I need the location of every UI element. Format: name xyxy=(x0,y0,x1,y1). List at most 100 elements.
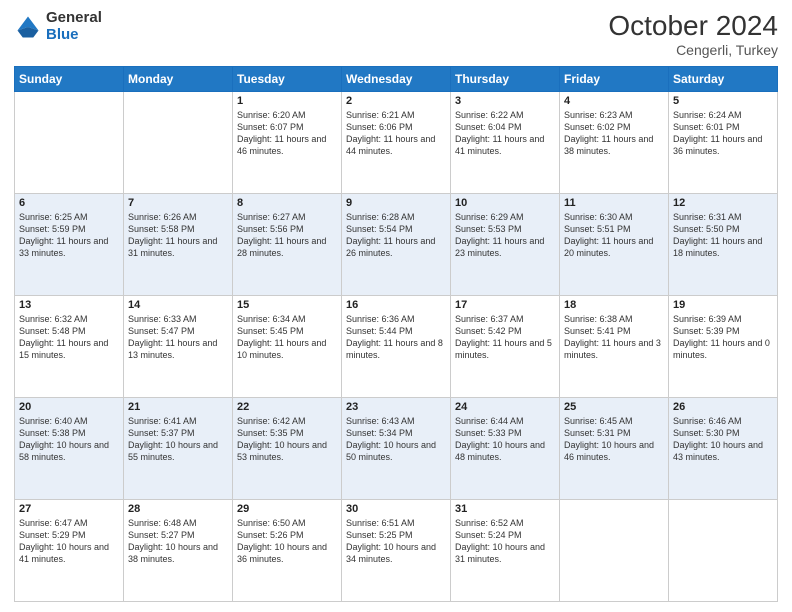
day-number: 3 xyxy=(455,95,555,107)
calendar-cell: 30 Sunrise: 6:51 AMSunset: 5:25 PMDayligh… xyxy=(342,500,451,602)
day-info: Sunrise: 6:20 AMSunset: 6:07 PMDaylight:… xyxy=(237,109,337,158)
calendar-cell: 20 Sunrise: 6:40 AMSunset: 5:38 PMDayligh… xyxy=(15,398,124,500)
calendar-cell: 29 Sunrise: 6:50 AMSunset: 5:26 PMDayligh… xyxy=(233,500,342,602)
logo-general-text: General xyxy=(46,10,102,27)
day-number: 13 xyxy=(19,299,119,311)
day-info: Sunrise: 6:48 AMSunset: 5:27 PMDaylight:… xyxy=(128,517,228,566)
title-block: October 2024 Cengerli, Turkey xyxy=(608,10,778,58)
calendar-cell: 14Sunrise: 6:33 AMSunset: 5:47 PMDayligh… xyxy=(124,296,233,398)
header: General Blue October 2024 Cengerli, Turk… xyxy=(14,10,778,58)
day-header-thursday: Thursday xyxy=(451,67,560,92)
day-number: 17 xyxy=(455,299,555,311)
day-number: 14 xyxy=(128,299,228,311)
calendar-cell: 24 Sunrise: 6:44 AMSunset: 5:33 PMDayligh… xyxy=(451,398,560,500)
page: General Blue October 2024 Cengerli, Turk… xyxy=(0,0,792,612)
calendar-cell: 6Sunrise: 6:25 AMSunset: 5:59 PMDaylight… xyxy=(15,194,124,296)
calendar-cell: 10Sunrise: 6:29 AMSunset: 5:53 PMDayligh… xyxy=(451,194,560,296)
calendar-cell: 23 Sunrise: 6:43 AMSunset: 5:34 PMDayligh… xyxy=(342,398,451,500)
calendar-cell: 7 Sunrise: 6:26 AMSunset: 5:58 PMDaylight… xyxy=(124,194,233,296)
day-info: Sunrise: 6:22 AMSunset: 6:04 PMDaylight:… xyxy=(455,109,555,158)
calendar-cell: 18 Sunrise: 6:38 AMSunset: 5:41 PMDayligh… xyxy=(560,296,669,398)
calendar-cell: 15Sunrise: 6:34 AMSunset: 5:45 PMDayligh… xyxy=(233,296,342,398)
day-info: Sunrise: 6:47 AMSunset: 5:29 PMDaylight:… xyxy=(19,517,119,566)
calendar-cell: 31 Sunrise: 6:52 AMSunset: 5:24 PMDayligh… xyxy=(451,500,560,602)
day-info: Sunrise: 6:21 AMSunset: 6:06 PMDaylight:… xyxy=(346,109,446,158)
day-info: Sunrise: 6:52 AMSunset: 5:24 PMDaylight:… xyxy=(455,517,555,566)
calendar-cell: 16 Sunrise: 6:36 AMSunset: 5:44 PMDayligh… xyxy=(342,296,451,398)
calendar-cell: 19Sunrise: 6:39 AMSunset: 5:39 PMDayligh… xyxy=(669,296,778,398)
calendar-cell: 21 Sunrise: 6:41 AMSunset: 5:37 PMDayligh… xyxy=(124,398,233,500)
day-number: 18 xyxy=(564,299,664,311)
day-info: Sunrise: 6:46 AMSunset: 5:30 PMDaylight:… xyxy=(673,415,773,464)
day-number: 28 xyxy=(128,503,228,515)
day-info: Sunrise: 6:45 AMSunset: 5:31 PMDaylight:… xyxy=(564,415,664,464)
logo-text: General Blue xyxy=(46,10,102,43)
day-number: 1 xyxy=(237,95,337,107)
calendar-cell: 2 Sunrise: 6:21 AMSunset: 6:06 PMDaylight… xyxy=(342,92,451,194)
calendar-cell: 27 Sunrise: 6:47 AMSunset: 5:29 PMDayligh… xyxy=(15,500,124,602)
day-info: Sunrise: 6:36 AMSunset: 5:44 PMDaylight:… xyxy=(346,313,446,362)
day-number: 6 xyxy=(19,197,119,209)
day-info: Sunrise: 6:26 AMSunset: 5:58 PMDaylight:… xyxy=(128,211,228,260)
day-number: 22 xyxy=(237,401,337,413)
day-number: 21 xyxy=(128,401,228,413)
day-number: 16 xyxy=(346,299,446,311)
day-info: Sunrise: 6:50 AMSunset: 5:26 PMDaylight:… xyxy=(237,517,337,566)
week-row-5: 27 Sunrise: 6:47 AMSunset: 5:29 PMDayligh… xyxy=(15,500,778,602)
calendar-cell: 3 Sunrise: 6:22 AMSunset: 6:04 PMDaylight… xyxy=(451,92,560,194)
day-info: Sunrise: 6:39 AMSunset: 5:39 PMDaylight:… xyxy=(673,313,773,362)
day-number: 31 xyxy=(455,503,555,515)
day-number: 5 xyxy=(673,95,773,107)
day-info: Sunrise: 6:31 AMSunset: 5:50 PMDaylight:… xyxy=(673,211,773,260)
day-info: Sunrise: 6:41 AMSunset: 5:37 PMDaylight:… xyxy=(128,415,228,464)
location: Cengerli, Turkey xyxy=(608,42,778,58)
calendar-cell xyxy=(15,92,124,194)
calendar-cell: 13 Sunrise: 6:32 AMSunset: 5:48 PMDayligh… xyxy=(15,296,124,398)
day-info: Sunrise: 6:24 AMSunset: 6:01 PMDaylight:… xyxy=(673,109,773,158)
day-info: Sunrise: 6:37 AMSunset: 5:42 PMDaylight:… xyxy=(455,313,555,362)
logo-blue-text: Blue xyxy=(46,27,102,44)
day-info: Sunrise: 6:32 AMSunset: 5:48 PMDaylight:… xyxy=(19,313,119,362)
day-number: 25 xyxy=(564,401,664,413)
logo: General Blue xyxy=(14,10,102,43)
week-row-1: 1 Sunrise: 6:20 AMSunset: 6:07 PMDaylight… xyxy=(15,92,778,194)
day-number: 8 xyxy=(237,197,337,209)
day-info: Sunrise: 6:44 AMSunset: 5:33 PMDaylight:… xyxy=(455,415,555,464)
calendar-cell: 1 Sunrise: 6:20 AMSunset: 6:07 PMDaylight… xyxy=(233,92,342,194)
calendar-cell: 9 Sunrise: 6:28 AMSunset: 5:54 PMDaylight… xyxy=(342,194,451,296)
day-number: 23 xyxy=(346,401,446,413)
day-number: 9 xyxy=(346,197,446,209)
calendar-cell: 17 Sunrise: 6:37 AMSunset: 5:42 PMDayligh… xyxy=(451,296,560,398)
calendar-cell: 5 Sunrise: 6:24 AMSunset: 6:01 PMDaylight… xyxy=(669,92,778,194)
calendar-cell: 25 Sunrise: 6:45 AMSunset: 5:31 PMDayligh… xyxy=(560,398,669,500)
calendar-cell: 8 Sunrise: 6:27 AMSunset: 5:56 PMDaylight… xyxy=(233,194,342,296)
calendar-cell: 11 Sunrise: 6:30 AMSunset: 5:51 PMDayligh… xyxy=(560,194,669,296)
day-info: Sunrise: 6:30 AMSunset: 5:51 PMDaylight:… xyxy=(564,211,664,260)
day-header-wednesday: Wednesday xyxy=(342,67,451,92)
calendar-cell: 26Sunrise: 6:46 AMSunset: 5:30 PMDayligh… xyxy=(669,398,778,500)
logo-icon xyxy=(14,13,42,41)
day-number: 12 xyxy=(673,197,773,209)
calendar-cell: 12 Sunrise: 6:31 AMSunset: 5:50 PMDayligh… xyxy=(669,194,778,296)
day-number: 2 xyxy=(346,95,446,107)
day-number: 7 xyxy=(128,197,228,209)
week-row-2: 6Sunrise: 6:25 AMSunset: 5:59 PMDaylight… xyxy=(15,194,778,296)
day-info: Sunrise: 6:28 AMSunset: 5:54 PMDaylight:… xyxy=(346,211,446,260)
day-number: 11 xyxy=(564,197,664,209)
day-header-saturday: Saturday xyxy=(669,67,778,92)
calendar-cell: 28 Sunrise: 6:48 AMSunset: 5:27 PMDayligh… xyxy=(124,500,233,602)
day-number: 20 xyxy=(19,401,119,413)
day-info: Sunrise: 6:43 AMSunset: 5:34 PMDaylight:… xyxy=(346,415,446,464)
day-info: Sunrise: 6:27 AMSunset: 5:56 PMDaylight:… xyxy=(237,211,337,260)
day-number: 27 xyxy=(19,503,119,515)
day-number: 29 xyxy=(237,503,337,515)
day-info: Sunrise: 6:38 AMSunset: 5:41 PMDaylight:… xyxy=(564,313,664,362)
day-info: Sunrise: 6:51 AMSunset: 5:25 PMDaylight:… xyxy=(346,517,446,566)
day-number: 24 xyxy=(455,401,555,413)
calendar-cell: 22 Sunrise: 6:42 AMSunset: 5:35 PMDayligh… xyxy=(233,398,342,500)
day-info: Sunrise: 6:42 AMSunset: 5:35 PMDaylight:… xyxy=(237,415,337,464)
day-number: 30 xyxy=(346,503,446,515)
day-info: Sunrise: 6:40 AMSunset: 5:38 PMDaylight:… xyxy=(19,415,119,464)
calendar-cell xyxy=(560,500,669,602)
week-row-4: 20 Sunrise: 6:40 AMSunset: 5:38 PMDayligh… xyxy=(15,398,778,500)
